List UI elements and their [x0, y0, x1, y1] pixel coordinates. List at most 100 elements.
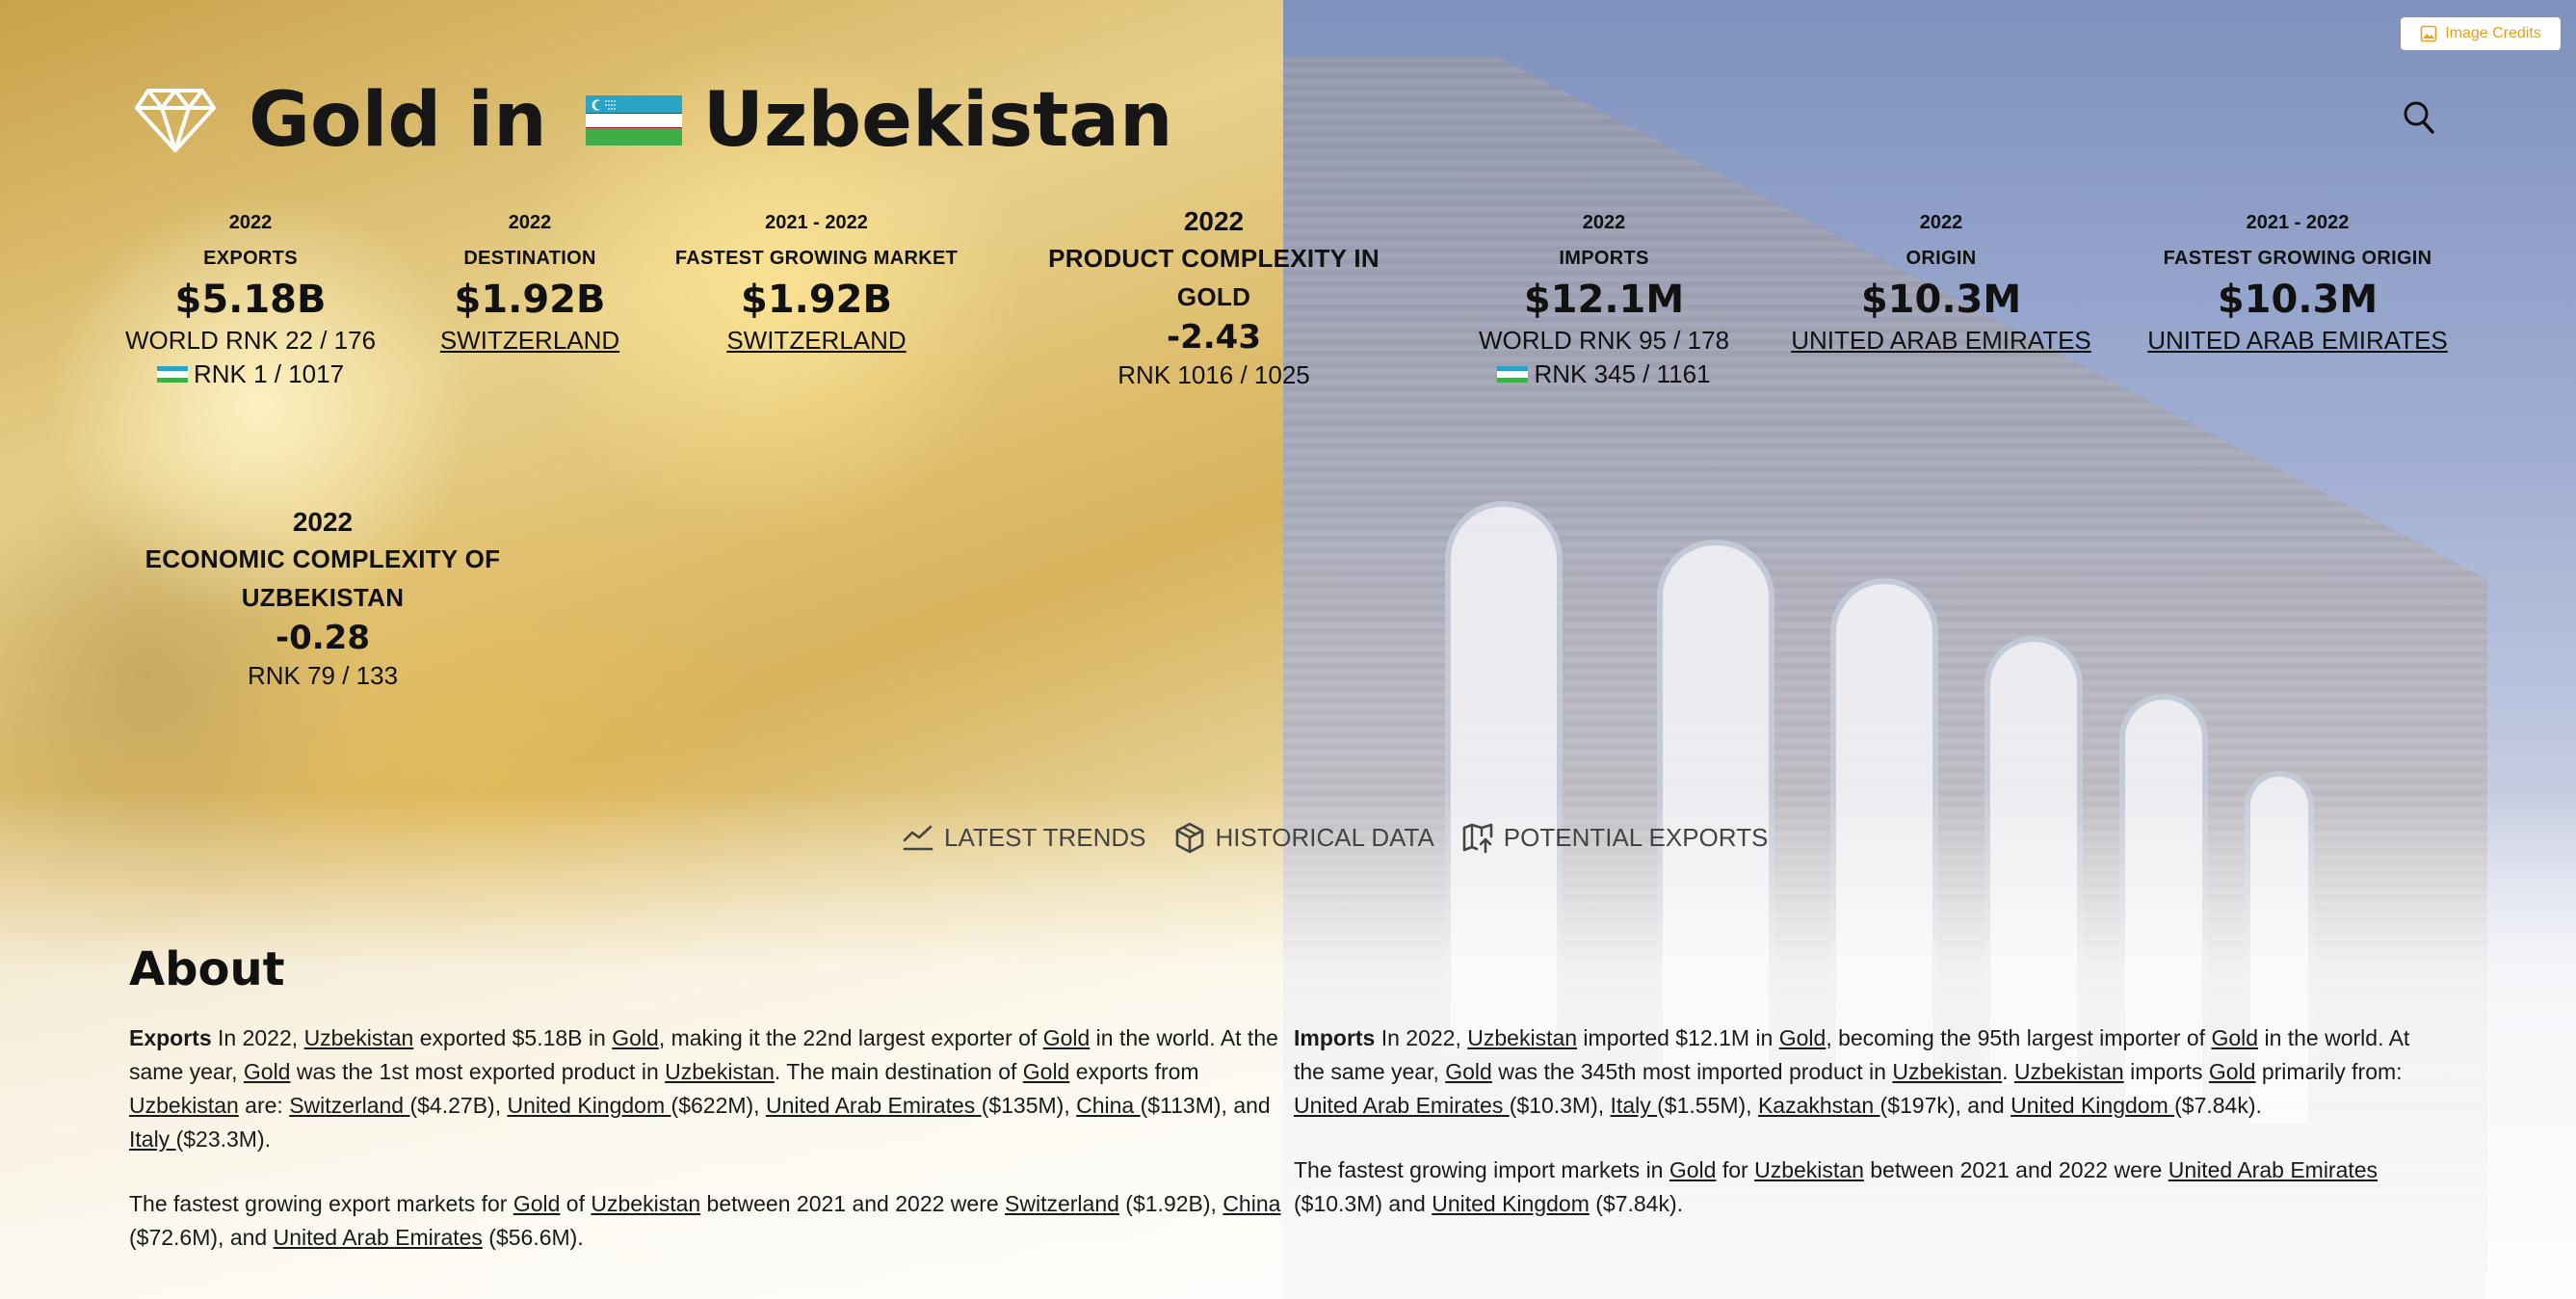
market-link[interactable]: Switzerland	[1005, 1191, 1119, 1216]
fastest-market-link[interactable]: SWITZERLAND	[674, 326, 959, 356]
image-credits-button[interactable]: Image Credits	[2401, 17, 2561, 50]
stat-economic-complexity: 2022 ECONOMIC COMPLEXITY OF UZBEKISTAN -…	[135, 507, 511, 691]
tab-historical-data[interactable]: HISTORICAL DATA	[1173, 821, 1434, 854]
stat-origin: 2022 ORIGIN $10.3M UNITED ARAB EMIRATES	[1782, 212, 2100, 356]
cube-icon	[1175, 822, 1203, 854]
destination-link[interactable]: United Kingdom	[507, 1093, 670, 1118]
text: ($622M),	[670, 1093, 766, 1118]
about-heading: About	[129, 942, 285, 996]
stat-country-rank: RNK 345 / 1161	[1455, 359, 1753, 389]
image-icon	[2420, 25, 2437, 42]
product-link[interactable]: Gold	[1023, 1059, 1070, 1084]
market-link[interactable]: United Arab Emirates	[2169, 1157, 2378, 1182]
product-link[interactable]: Gold	[2211, 1025, 2258, 1050]
section-tabs: LATEST TRENDS HISTORICAL DATA POTENTIAL …	[902, 821, 1768, 854]
stat-year: 2022	[228, 212, 273, 233]
country-link[interactable]: Uzbekistan	[2014, 1059, 2124, 1084]
text: primarily from:	[2255, 1059, 2403, 1084]
stat-world-rank: WORLD RNK 22 / 176	[124, 326, 377, 355]
destination-link[interactable]: Switzerland	[289, 1093, 409, 1118]
stat-label: ORIGIN	[1906, 248, 1977, 269]
stat-year: 2022	[1582, 212, 1626, 233]
product-link[interactable]: Gold	[1779, 1025, 1827, 1050]
tab-label: LATEST TRENDS	[944, 822, 1146, 852]
text: imports	[2123, 1059, 2209, 1084]
stat-product-complexity: 2022 PRODUCT COMPLEXITY IN GOLD -2.43 RN…	[1031, 206, 1397, 390]
product-link[interactable]: Gold	[244, 1059, 291, 1084]
destination-link[interactable]: United Arab Emirates	[766, 1093, 982, 1118]
text: ($23.3M).	[175, 1127, 272, 1152]
market-link[interactable]: United Kingdom	[1432, 1191, 1590, 1216]
stat-rank: RNK 79 / 133	[247, 661, 399, 690]
product-link[interactable]: Gold	[612, 1025, 659, 1050]
tab-potential-exports[interactable]: POTENTIAL EXPORTS	[1461, 821, 1768, 854]
market-link[interactable]: United Arab Emirates	[274, 1225, 483, 1250]
country-link[interactable]: Uzbekistan	[304, 1025, 414, 1050]
market-link[interactable]: China	[1222, 1191, 1280, 1216]
country-link[interactable]: Uzbekistan	[591, 1191, 700, 1216]
text: ($7.84k).	[2174, 1093, 2262, 1118]
stat-year: 2022	[292, 507, 354, 537]
product-link[interactable]: Gold	[1669, 1157, 1717, 1182]
product-link[interactable]: Gold	[1445, 1059, 1492, 1084]
text: , making it the 22nd largest exporter of	[658, 1025, 1043, 1050]
stat-value: -2.43	[1167, 318, 1261, 357]
stat-label: EXPORTS	[203, 248, 298, 269]
destination-link[interactable]: Italy	[129, 1127, 176, 1152]
exports-heading: Exports	[129, 1025, 212, 1050]
text: between 2021 and 2022 were	[700, 1191, 1006, 1216]
stat-label: FASTEST GROWING MARKET	[674, 248, 959, 269]
stat-label: IMPORTS	[1559, 248, 1649, 269]
stat-year: 2022	[1183, 206, 1245, 236]
image-credits-label: Image Credits	[2445, 25, 2541, 41]
diamond-icon	[135, 89, 216, 152]
stat-world-rank: WORLD RNK 95 / 178	[1478, 326, 1730, 355]
country-link[interactable]: Uzbekistan	[1754, 1157, 1864, 1182]
destination-link[interactable]: SWITZERLAND	[405, 326, 655, 356]
about-exports-growth-paragraph: The fastest growing export markets for G…	[129, 1187, 1281, 1255]
stat-label: DESTINATION	[463, 248, 596, 269]
origin-link[interactable]: United Kingdom	[2011, 1093, 2174, 1118]
stat-year: 2021 - 2022	[765, 212, 868, 233]
country-link[interactable]: Uzbekistan	[1467, 1025, 1577, 1050]
stat-year: 2022	[508, 212, 552, 233]
page-header: Gold in Uzbekistan	[135, 67, 1173, 173]
text: was the 345th most imported product in	[1491, 1059, 1893, 1084]
text: . The main destination of	[774, 1059, 1023, 1084]
stat-fastest-origin: 2021 - 2022 FASTEST GROWING ORIGIN $10.3…	[2139, 212, 2457, 356]
text: In 2022,	[211, 1025, 304, 1050]
tab-label: HISTORICAL DATA	[1215, 822, 1434, 852]
product-link[interactable]: Gold	[2209, 1059, 2256, 1084]
text: are:	[238, 1093, 290, 1118]
uzbekistan-flag-icon	[1497, 365, 1529, 384]
text: between 2021 and 2022 were	[1863, 1157, 2169, 1182]
text: ($197k), and	[1879, 1093, 2011, 1118]
country-link[interactable]: Uzbekistan	[129, 1093, 239, 1118]
text: ($10.3M),	[1509, 1093, 1611, 1118]
tab-latest-trends[interactable]: LATEST TRENDS	[902, 821, 1146, 854]
text: exports from	[1069, 1059, 1199, 1084]
stat-fastest-market: 2021 - 2022 FASTEST GROWING MARKET $1.92…	[674, 212, 959, 356]
text: .	[2002, 1059, 2014, 1084]
search-icon[interactable]	[2403, 100, 2435, 137]
country-link[interactable]: Uzbekistan	[1892, 1059, 2002, 1084]
about-exports-column: Exports In 2022, Uzbekistan exported $5.…	[129, 1021, 1281, 1286]
destination-link[interactable]: China	[1076, 1093, 1140, 1118]
stat-value: -0.28	[276, 619, 370, 657]
stat-year: 2021 - 2022	[2246, 212, 2350, 233]
about-exports-paragraph: Exports In 2022, Uzbekistan exported $5.…	[129, 1021, 1281, 1156]
map-arrow-icon	[1462, 823, 1493, 854]
origin-link[interactable]: UNITED ARAB EMIRATES	[1782, 326, 2100, 356]
stat-value: $1.92B	[740, 278, 892, 322]
imports-heading: Imports	[1294, 1025, 1376, 1050]
origin-link[interactable]: Italy	[1611, 1093, 1658, 1118]
country-link[interactable]: Uzbekistan	[665, 1059, 775, 1084]
text: ($56.6M).	[482, 1225, 584, 1250]
origin-link[interactable]: Kazakhstan	[1758, 1093, 1880, 1118]
product-link[interactable]: Gold	[1043, 1025, 1091, 1050]
text: ($7.84k).	[1589, 1191, 1684, 1216]
stat-value: $10.3M	[1860, 278, 2022, 322]
origin-link[interactable]: United Arab Emirates	[1294, 1093, 1510, 1118]
fastest-origin-link[interactable]: UNITED ARAB EMIRATES	[2139, 326, 2457, 356]
product-link[interactable]: Gold	[513, 1191, 561, 1216]
